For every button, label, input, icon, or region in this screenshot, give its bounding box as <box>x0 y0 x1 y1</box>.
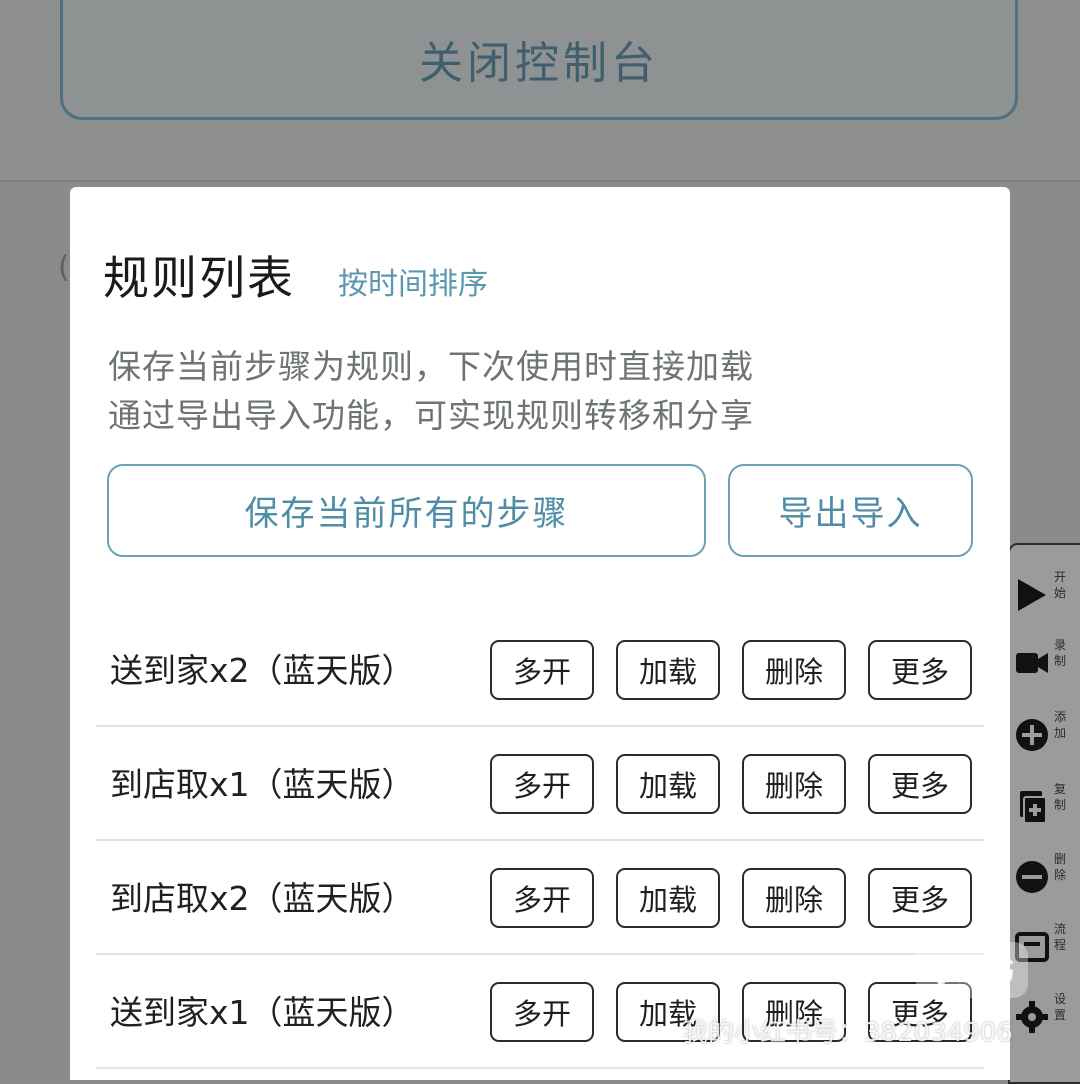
row-divider <box>96 725 984 727</box>
multi-open-button[interactable]: 多开 <box>490 754 594 814</box>
description-line: 保存当前步骤为规则，下次使用时直接加载 <box>108 347 754 386</box>
more-button[interactable]: 更多 <box>868 640 972 700</box>
save-all-steps-button[interactable]: 保存当前所有的步骤 <box>107 464 706 557</box>
settings-icon <box>1016 1001 1048 1033</box>
toolbar-start-button[interactable]: 开始 <box>1014 569 1080 629</box>
rule-name: 送到家x1（蓝天版） <box>110 993 415 1032</box>
rule-name: 送到家x2（蓝天版） <box>110 651 415 690</box>
toolbar-label: 设置 <box>1054 992 1067 1022</box>
row-divider <box>96 839 984 841</box>
rule-name: 到店取x1（蓝天版） <box>110 765 415 804</box>
toolbar-add-button[interactable]: 添加 <box>1014 709 1080 769</box>
watermark-logo: 小红书 <box>916 942 1028 998</box>
rule-row: 送到家x2（蓝天版） 多开 加载 删除 更多 <box>96 614 984 727</box>
sort-by-time-link[interactable]: 按时间排序 <box>338 259 488 303</box>
remove-icon <box>1016 861 1048 893</box>
toolbar-label: 添加 <box>1054 710 1067 740</box>
rule-list-dialog: 规则列表 按时间排序 保存当前步骤为规则，下次使用时直接加载 通过导出导入功能，… <box>70 187 1010 1080</box>
multi-open-button[interactable]: 多开 <box>490 982 594 1042</box>
rule-row: 到店取x2（蓝天版） 多开 加载 删除 更多 <box>96 842 984 955</box>
play-icon <box>1018 579 1046 611</box>
delete-button[interactable]: 删除 <box>742 640 846 700</box>
more-button[interactable]: 更多 <box>868 754 972 814</box>
record-icon <box>1016 653 1048 673</box>
description-line: 通过导出导入功能，可实现规则转移和分享 <box>108 396 754 435</box>
close-console-button[interactable]: 关闭控制台 <box>60 0 1018 120</box>
toolbar-remove-button[interactable]: 删除 <box>1014 851 1080 911</box>
toolbar-label: 录制 <box>1054 638 1067 668</box>
delete-button[interactable]: 删除 <box>742 754 846 814</box>
rule-row: 到店取x1（蓝天版） 多开 加载 删除 更多 <box>96 728 984 841</box>
multi-open-button[interactable]: 多开 <box>490 640 594 700</box>
toolbar-label: 开始 <box>1054 570 1067 600</box>
add-icon <box>1016 719 1048 751</box>
floating-toolbar: 开始 录制 添加 复制 删除 流程 设置 <box>1008 543 1080 1084</box>
top-bar: 关闭控制台 <box>0 0 1080 182</box>
toolbar-label: 复制 <box>1054 782 1067 812</box>
multi-open-button[interactable]: 多开 <box>490 868 594 928</box>
more-button[interactable]: 更多 <box>868 868 972 928</box>
rule-name: 到店取x2（蓝天版） <box>110 879 415 918</box>
dialog-title: 规则列表 <box>103 251 295 305</box>
delete-button[interactable]: 删除 <box>742 868 846 928</box>
toolbar-settings-button[interactable]: 设置 <box>1014 991 1080 1051</box>
load-button[interactable]: 加载 <box>616 640 720 700</box>
row-divider <box>96 1067 984 1069</box>
toolbar-copy-button[interactable]: 复制 <box>1014 781 1080 841</box>
copy-icon <box>1020 791 1047 824</box>
load-button[interactable]: 加载 <box>616 754 720 814</box>
toolbar-label: 流程 <box>1054 922 1067 952</box>
row-divider <box>96 953 984 955</box>
background-partial-text: ( <box>58 250 70 285</box>
watermark-text: 我的小红书号：382034906 <box>682 1018 1013 1048</box>
toolbar-record-button[interactable]: 录制 <box>1014 637 1080 697</box>
load-button[interactable]: 加载 <box>616 868 720 928</box>
toolbar-label: 删除 <box>1054 852 1067 882</box>
export-import-button[interactable]: 导出导入 <box>728 464 973 557</box>
